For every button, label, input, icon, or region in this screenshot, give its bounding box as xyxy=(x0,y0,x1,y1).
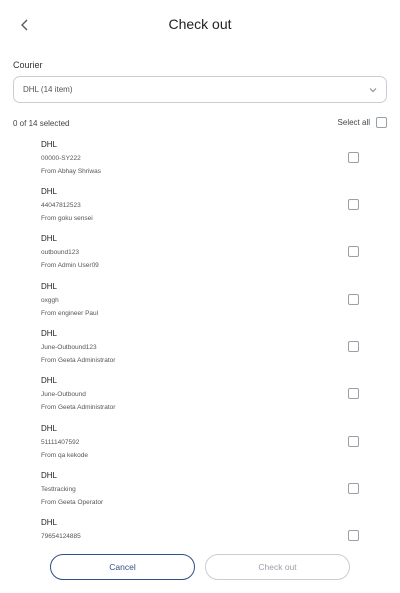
item-courier: DHL xyxy=(41,376,58,385)
item-checkbox[interactable] xyxy=(348,483,359,494)
list-item[interactable]: DHL June-Outbound123 From Geeta Administra… xyxy=(0,329,400,376)
list-item[interactable]: DHL outbound123 From Admin User09 xyxy=(0,234,400,281)
list-item[interactable]: DHL oxggh From engineer Paul xyxy=(0,282,400,329)
checkout-button[interactable]: Check out xyxy=(205,554,350,580)
selected-count: 0 of 14 selected xyxy=(13,119,70,128)
item-courier: DHL xyxy=(41,329,58,338)
shipment-list: DHL 00000-SY222 From Abhay Shriwas DHL 44047… xyxy=(0,140,400,545)
item-sender: From Geeta Operator xyxy=(41,499,104,506)
item-courier: DHL xyxy=(41,424,58,433)
item-courier: DHL xyxy=(41,518,58,527)
list-item[interactable]: DHL Testtracking From Geeta Operator xyxy=(0,471,400,518)
item-tracking-number: oxggh xyxy=(41,297,59,304)
chevron-down-icon xyxy=(369,88,377,93)
item-tracking-number: 44047812523 xyxy=(41,202,81,209)
item-checkbox[interactable] xyxy=(348,152,359,163)
item-checkbox[interactable] xyxy=(348,530,359,541)
courier-label: Courier xyxy=(13,60,43,70)
footer: Cancel Check out xyxy=(0,548,400,588)
item-sender: From Admin User09 xyxy=(41,262,99,269)
list-item[interactable]: DHL June-Outbound From Geeta Administrator xyxy=(0,376,400,423)
select-all[interactable]: Select all xyxy=(338,117,387,128)
item-tracking-number: Testtracking xyxy=(41,486,76,493)
item-tracking-number: June-Outbound xyxy=(41,391,86,398)
item-checkbox[interactable] xyxy=(348,294,359,305)
item-checkbox[interactable] xyxy=(348,341,359,352)
item-checkbox[interactable] xyxy=(348,246,359,257)
list-item[interactable]: DHL 00000-SY222 From Abhay Shriwas xyxy=(0,140,400,187)
courier-dropdown[interactable]: DHL (14 item) xyxy=(13,76,387,103)
list-item[interactable]: DHL 79654124885 xyxy=(0,518,400,545)
item-courier: DHL xyxy=(41,471,58,480)
list-item[interactable]: DHL 44047812523 From goku sensei xyxy=(0,187,400,234)
item-sender: From engineer Paul xyxy=(41,310,99,317)
page-title: Check out xyxy=(168,16,232,32)
item-checkbox[interactable] xyxy=(348,199,359,210)
item-tracking-number: June-Outbound123 xyxy=(41,344,97,351)
select-all-checkbox[interactable] xyxy=(376,117,387,128)
item-tracking-number: 51111407592 xyxy=(41,439,80,446)
item-courier: DHL xyxy=(41,234,58,243)
item-checkbox[interactable] xyxy=(348,388,359,399)
item-checkbox[interactable] xyxy=(348,436,359,447)
courier-selected-value: DHL (14 item) xyxy=(23,85,73,94)
header: Check out xyxy=(0,0,400,50)
item-sender: From Abhay Shriwas xyxy=(41,168,101,175)
list-item[interactable]: DHL 51111407592 From qa kekode xyxy=(0,424,400,471)
cancel-button[interactable]: Cancel xyxy=(50,554,195,580)
item-sender: From Geeta Administrator xyxy=(41,404,116,411)
item-sender: From qa kekode xyxy=(41,452,88,459)
item-tracking-number: outbound123 xyxy=(41,249,79,256)
item-sender: From Geeta Administrator xyxy=(41,357,116,364)
item-tracking-number: 00000-SY222 xyxy=(41,155,81,162)
item-courier: DHL xyxy=(41,187,58,196)
select-all-label: Select all xyxy=(337,118,370,127)
item-sender: From goku sensei xyxy=(41,215,93,222)
item-tracking-number: 79654124885 xyxy=(41,533,81,540)
item-courier: DHL xyxy=(41,140,58,149)
item-courier: DHL xyxy=(41,282,58,291)
